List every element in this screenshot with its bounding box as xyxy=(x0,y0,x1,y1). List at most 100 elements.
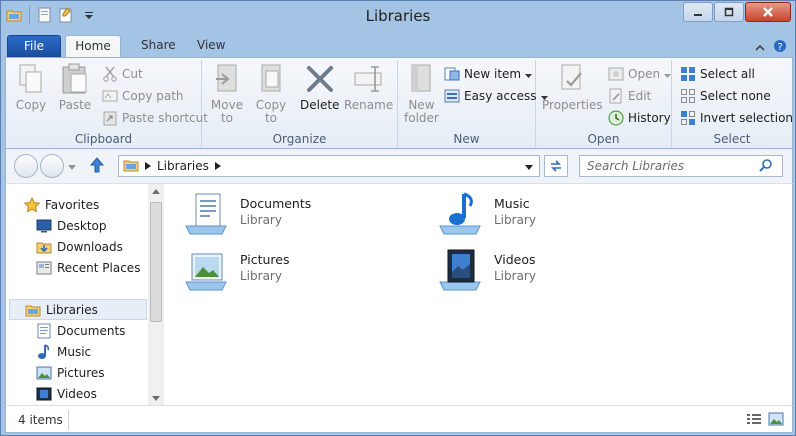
up-arrow-icon[interactable] xyxy=(89,156,105,176)
cut-button[interactable]: Cut xyxy=(102,66,143,82)
status-bar: 4 items xyxy=(5,405,793,433)
paste-shortcut-icon xyxy=(102,110,118,126)
new-folder-button[interactable]: New folder xyxy=(404,62,439,125)
videos-library-icon xyxy=(438,246,484,292)
ribbon: Copy Paste Cut Copy path Paste shortcut … xyxy=(5,57,793,149)
copy-to-icon xyxy=(254,62,288,96)
tab-file[interactable]: File xyxy=(7,35,61,57)
open-icon xyxy=(608,66,624,82)
divider xyxy=(68,410,69,430)
select-none-button[interactable]: Select none xyxy=(680,88,771,104)
documents-library-icon xyxy=(184,190,230,236)
copy-path-button[interactable]: Copy path xyxy=(102,88,184,104)
sidebar-item-libraries[interactable]: Libraries xyxy=(9,299,147,320)
window-title: Libraries xyxy=(365,7,431,25)
select-group-label: Select xyxy=(713,132,751,146)
move-to-button[interactable]: Move to xyxy=(210,62,244,125)
select-none-icon xyxy=(680,88,696,104)
open-button[interactable]: Open xyxy=(608,66,672,82)
paste-icon xyxy=(58,62,92,96)
rename-button[interactable]: Rename xyxy=(344,62,393,112)
list-item[interactable]: Pictures Library xyxy=(184,246,424,298)
search-icon[interactable] xyxy=(759,158,773,175)
select-group: Select all Select none Invert selection … xyxy=(672,60,793,148)
delete-button[interactable]: Delete xyxy=(300,62,339,112)
desktop-icon xyxy=(36,218,52,234)
back-button[interactable] xyxy=(14,154,38,178)
scroll-down-arrow-icon[interactable] xyxy=(152,396,160,401)
paste-button[interactable]: Paste xyxy=(58,62,92,112)
item-name: Pictures xyxy=(240,252,290,267)
delete-icon xyxy=(303,62,337,96)
minimize-icon xyxy=(694,14,702,16)
scroll-up-arrow-icon[interactable] xyxy=(152,189,160,194)
refresh-button[interactable] xyxy=(544,155,568,177)
easy-access-button[interactable]: Easy access xyxy=(444,88,548,104)
search-box[interactable] xyxy=(579,155,783,177)
list-item[interactable]: Videos Library xyxy=(438,246,678,298)
properties-button[interactable]: Properties xyxy=(542,62,603,112)
scrollbar-thumb[interactable] xyxy=(150,202,162,322)
pictures-icon xyxy=(36,365,52,381)
navigation-scrollbar[interactable] xyxy=(148,184,164,406)
item-name: Videos xyxy=(494,252,536,267)
recent-locations-icon[interactable] xyxy=(68,159,76,173)
maximize-icon xyxy=(724,7,734,17)
nav-buttons xyxy=(14,154,105,178)
organize-group-label: Organize xyxy=(272,132,327,146)
properties-large-icon xyxy=(555,62,589,96)
tab-view[interactable]: View xyxy=(183,35,239,57)
history-button[interactable]: History xyxy=(608,110,671,126)
list-item[interactable]: Documents Library xyxy=(184,190,424,242)
copy-button[interactable]: Copy xyxy=(14,62,48,112)
select-all-button[interactable]: Select all xyxy=(680,66,755,82)
view-switcher xyxy=(746,412,784,429)
minimize-ribbon-icon[interactable] xyxy=(755,41,765,55)
minimize-button[interactable] xyxy=(683,2,713,22)
large-icons-view-icon[interactable] xyxy=(768,412,784,429)
copy-path-icon xyxy=(102,88,118,104)
close-icon xyxy=(763,7,773,17)
new-group-label: New xyxy=(453,132,480,146)
edit-button[interactable]: Edit xyxy=(608,88,651,104)
libraries-icon xyxy=(123,158,139,175)
address-bar[interactable]: Libraries xyxy=(118,155,540,177)
navigation-bar: Libraries xyxy=(5,149,793,183)
close-button[interactable] xyxy=(745,2,791,22)
copy-to-button[interactable]: Copy to xyxy=(254,62,288,125)
dropdown-arrow-icon xyxy=(525,67,533,81)
help-icon[interactable]: ? xyxy=(773,39,787,56)
pictures-library-icon xyxy=(184,246,230,292)
new-item-button[interactable]: New item xyxy=(444,66,533,82)
item-type: Library xyxy=(494,213,536,227)
search-input[interactable] xyxy=(587,159,759,173)
tab-share[interactable]: Share xyxy=(127,35,190,57)
easy-access-icon xyxy=(444,88,460,104)
move-to-icon xyxy=(210,62,244,96)
details-view-icon[interactable] xyxy=(746,412,762,429)
invert-selection-icon xyxy=(680,110,696,126)
title-bar[interactable]: Libraries xyxy=(1,1,795,32)
maximize-button[interactable] xyxy=(714,2,744,22)
clipboard-group-label: Clipboard xyxy=(74,132,133,146)
forward-button[interactable] xyxy=(40,154,64,178)
list-item[interactable]: Music Library xyxy=(438,190,678,242)
star-icon xyxy=(24,196,40,213)
rename-icon xyxy=(352,62,386,96)
dropdown-arrow-icon xyxy=(664,67,672,81)
breadcrumb-chevron-icon[interactable] xyxy=(145,159,151,173)
music-icon xyxy=(36,343,52,360)
open-group: Properties Open Edit History Open xyxy=(536,60,672,148)
paste-shortcut-button[interactable]: Paste shortcut xyxy=(102,110,208,126)
new-group: New folder New item Easy access New xyxy=(398,60,548,148)
documents-icon xyxy=(36,323,52,339)
sidebar-item-favorites[interactable]: Favorites xyxy=(24,194,164,215)
libraries-icon xyxy=(25,302,41,318)
tab-home[interactable]: Home xyxy=(65,35,121,58)
invert-selection-button[interactable]: Invert selection xyxy=(680,110,793,126)
chevron-down-icon[interactable] xyxy=(525,159,533,173)
ribbon-controls: ? xyxy=(755,39,787,56)
explorer-window: Libraries File Home Share View ? Copy Pa… xyxy=(0,0,796,436)
breadcrumb-chevron-icon[interactable] xyxy=(214,159,221,173)
breadcrumb[interactable]: Libraries xyxy=(157,159,209,173)
